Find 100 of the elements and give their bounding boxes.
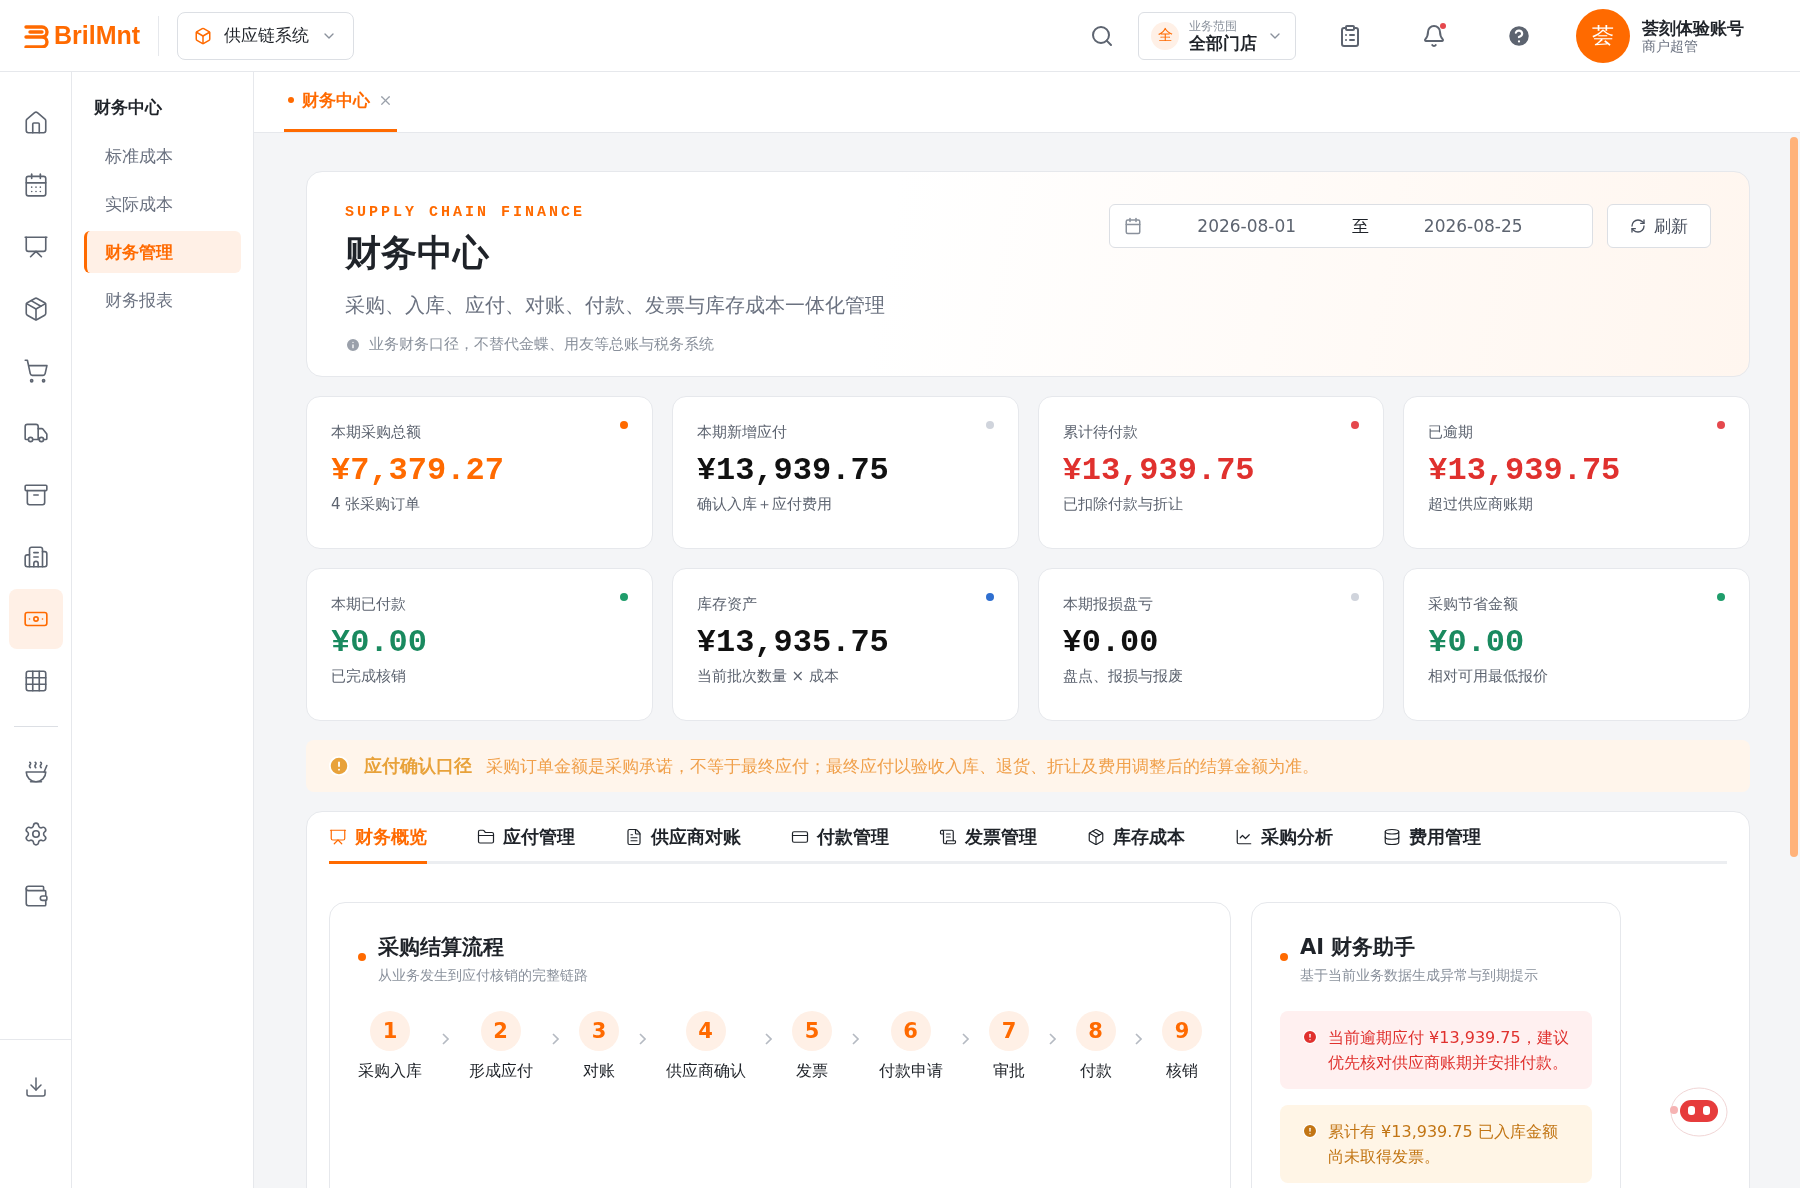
step-label: 发票 [796,1061,828,1082]
section-tab[interactable]: 应付管理 [477,812,575,864]
section-tab[interactable]: 付款管理 [791,812,889,864]
section-tab[interactable]: 供应商对账 [625,812,741,864]
system-selector[interactable]: 供应链系统 [177,11,355,60]
refresh-icon [1630,218,1646,234]
step-number: 1 [370,1011,410,1051]
stat-value: ¥13,939.75 [1062,452,1256,489]
alert-icon [1302,1123,1318,1139]
stat-value: ¥7,379.27 [331,452,505,489]
step-number: 8 [1075,1011,1116,1051]
chevron-icon [1048,1033,1056,1045]
scope-label: 业务范围 [1189,18,1237,33]
stat-caption: 当前批次数量 × 成本 [696,667,840,686]
step-label: 付款 [1079,1061,1112,1082]
document-icon [625,827,643,846]
chevron-icon [638,1033,646,1045]
stat-caption: 相对可用最低报价 [1428,667,1550,686]
calendar-icon [1124,217,1142,235]
stat-value: ¥0.00 [1428,624,1526,661]
alert-text: 累计有 ¥13,939.75 已入库金额尚未取得发票。 [1328,1121,1559,1168]
stat-caption: 超过供应商账期 [1428,495,1535,514]
stat-value: ¥13,939.75 [696,452,890,489]
chevron-icon [552,1033,560,1045]
logo-icon [24,23,50,48]
card-title: AI 财务助手 [1300,934,1417,961]
submenu-item[interactable]: 财务报表 [84,279,241,321]
date-range-field[interactable]: 2026-08-01 至 2026-08-25 [1109,204,1593,248]
user-name: 荟刻体验账号 [1642,18,1744,39]
section-tab[interactable]: 采购分析 [1235,812,1333,864]
bell-icon [1422,23,1446,48]
database-icon [1383,827,1401,846]
step-label: 形成应付 [468,1061,533,1082]
submenu-item[interactable]: 标准成本 [84,135,241,177]
stat-caption: 4 张采购订单 [331,495,422,514]
stat-caption: 已完成核销 [331,667,407,686]
page-subtitle: 采购、入库、应付、对账、付款、发票与库存成本一体化管理 [345,292,885,319]
chevron-icon [851,1033,859,1045]
alert-icon [1302,1029,1318,1045]
stat-label: 累计待付款 [1062,423,1139,442]
chevron-icon [962,1033,970,1045]
chevron-icon [1135,1033,1143,1045]
clipboard-icon [1338,23,1362,48]
document-icon [939,827,957,846]
search-icon [1090,23,1114,48]
chart-icon [1235,827,1253,846]
folder-icon [477,827,495,846]
stat-value: ¥0.00 [1062,624,1160,661]
card-subtitle: 基于当前业务数据生成异常与到期提示 [1300,967,1538,985]
chevron-icon [441,1033,449,1045]
step-label: 审批 [993,1061,1025,1082]
stat-label: 本期采购总额 [331,423,422,442]
package-icon [1087,827,1105,846]
section-tab[interactable]: 发票管理 [939,812,1037,864]
step-number: 9 [1162,1011,1202,1051]
notice-text: 采购订单金额是采购承诺，不等于最终应付；最终应付以验收入库、退货、折让及费用调整后的结算金额为准。 [486,754,1319,778]
step-number: 5 [792,1011,832,1051]
stat-caption: 已扣除付款与折让 [1062,495,1184,514]
brand-name: BrilMnt [54,21,141,50]
active-dot [288,97,294,103]
bullet-dot [1280,953,1288,961]
stat-label: 采购节省金额 [1428,595,1520,614]
stat-label: 库存资产 [696,595,758,614]
stat-value: ¥13,935.75 [696,624,890,661]
scrollbar-thumb[interactable] [1790,137,1798,857]
eyebrow-text: SUPPLY CHAIN FINANCE [345,204,587,221]
alert-icon [328,755,350,777]
step-number: 3 [579,1011,619,1051]
scope-note: 业务财务口径，不替代金蝶、用友等总账与税务系统 [369,335,714,354]
section-tab[interactable]: 库存成本 [1087,812,1185,864]
step-number: 4 [685,1011,726,1051]
refresh-button[interactable]: 刷新 [1607,204,1711,248]
step-label: 采购入库 [358,1061,422,1082]
step-number: 2 [480,1011,521,1051]
stat-label: 本期报损盘亏 [1062,595,1154,614]
stat-label: 本期新增应付 [696,423,788,442]
user-role: 商户超管 [1642,39,1698,53]
box-icon [194,26,213,45]
bullet-dot [358,953,366,961]
chevron-icon [765,1033,773,1045]
stat-caption: 确认入库＋应付费用 [696,495,833,514]
stat-label: 已逾期 [1428,423,1475,442]
page-title: 财务中心 [345,231,490,275]
step-label: 核销 [1166,1061,1198,1082]
info-icon [345,336,361,353]
section-tab[interactable]: 费用管理 [1383,812,1481,864]
alert-text: 当前逾期应付 ¥13,939.75，建议优先核对供应商账期并安排付款。 [1328,1027,1570,1074]
submenu-title: 财务中心 [93,96,163,119]
stat-caption: 盘点、报损与报废 [1062,667,1184,686]
scope-badge: 全 [1151,21,1179,50]
step-label: 付款申请 [878,1061,943,1082]
scope-value: 全部门店 [1189,32,1257,53]
step-label: 供应商确认 [665,1061,746,1082]
banknote-icon[interactable] [8,589,63,649]
stat-value: ¥0.00 [331,624,428,661]
step-number: 7 [989,1011,1029,1051]
card-subtitle: 从业务发生到应付核销的完整链路 [378,967,588,985]
stat-value: ¥13,939.75 [1428,452,1622,489]
notice-title: 应付确认口径 [364,754,472,778]
submenu-item[interactable]: 实际成本 [84,183,241,225]
